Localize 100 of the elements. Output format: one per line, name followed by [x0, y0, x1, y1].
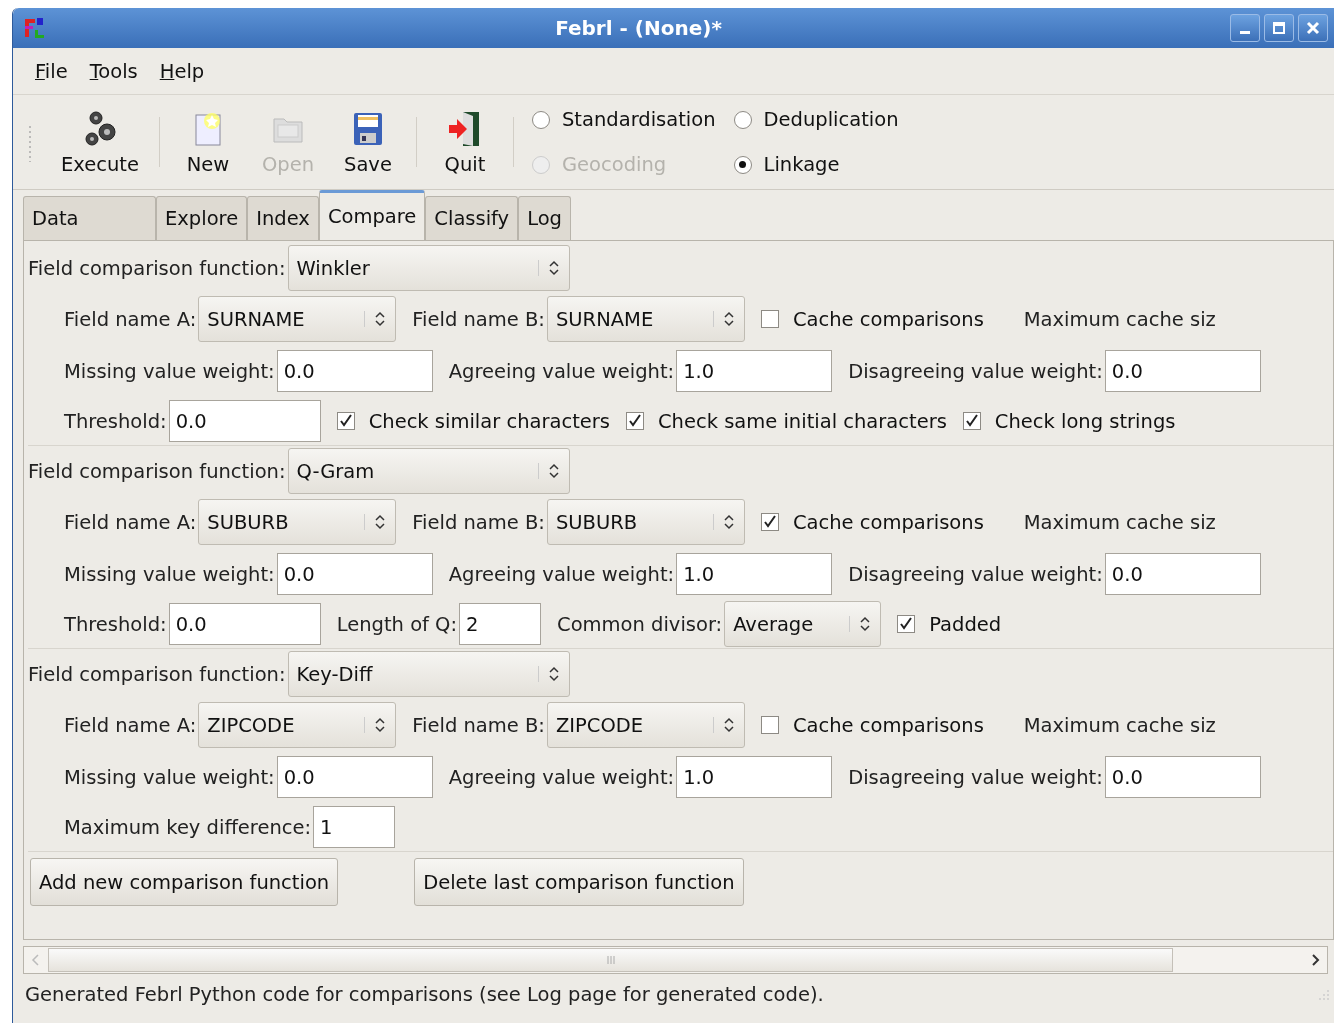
mode-radio[interactable]: Linkage: [733, 153, 899, 176]
option-input[interactable]: 0.0: [168, 400, 321, 442]
close-icon: [1305, 20, 1321, 36]
option-checkbox[interactable]: Padded: [897, 612, 1002, 636]
action-button[interactable]: Add new comparison function: [30, 858, 339, 906]
field-label: Missing value weight:: [64, 562, 275, 586]
tab[interactable]: Index: [247, 196, 319, 240]
option-input[interactable]: 2: [459, 603, 542, 645]
up-down-arrows-icon: [537, 463, 559, 479]
field-label: Agreeing value weight:: [448, 359, 675, 383]
field-label: Disagreeing value weight:: [848, 359, 1103, 383]
option-input[interactable]: 0.0: [168, 603, 321, 645]
field-label: Threshold:: [64, 409, 167, 433]
field-label: Field name A:: [64, 510, 197, 534]
checkmark-icon: [626, 413, 643, 429]
toolbar-button[interactable]: New: [168, 104, 248, 180]
field-label: Field name B:: [412, 307, 545, 331]
resize-grip-icon[interactable]: [1316, 987, 1330, 1001]
mode-radio[interactable]: Standardisation: [532, 108, 716, 131]
field-label: Common divisor:: [557, 612, 723, 636]
up-down-arrows-icon: [537, 260, 559, 276]
function-dropdown[interactable]: Winkler: [287, 245, 570, 291]
up-down-arrows-icon: [712, 514, 734, 530]
field-label: Threshold:: [64, 612, 167, 636]
maximize-button[interactable]: [1264, 14, 1294, 42]
up-down-arrows-icon: [364, 311, 386, 327]
tab[interactable]: Compare: [318, 190, 426, 240]
field-label: Maximum cache siz: [1023, 713, 1216, 737]
option-checkbox[interactable]: Check same initial characters: [625, 409, 947, 433]
field-label: Field name B:: [412, 713, 545, 737]
status-text: Generated Febrl Python code for comparisons (see Log page for generated code).: [25, 982, 824, 1006]
tab[interactable]: Data: [23, 196, 156, 240]
field-label: Field comparison function:: [28, 662, 286, 686]
window-title: Febrl - (None)*: [554, 16, 723, 40]
weight-input[interactable]: 0.0: [276, 350, 433, 392]
field-label: Disagreeing value weight:: [848, 562, 1103, 586]
menu-item[interactable]: File: [35, 59, 68, 83]
field-label: Field name B:: [412, 510, 545, 534]
weight-input[interactable]: 0.0: [276, 553, 433, 595]
field-dropdown[interactable]: ZIPCODE: [198, 702, 397, 748]
app-logo-icon: [23, 16, 47, 40]
field-label: Maximum key difference:: [64, 815, 312, 839]
field-dropdown[interactable]: SURNAME: [198, 296, 397, 342]
horizontal-scrollbar[interactable]: [23, 946, 1328, 974]
field-dropdown[interactable]: SUBURB: [546, 499, 745, 545]
toolbar-button[interactable]: Save: [328, 104, 408, 180]
field-dropdown[interactable]: SUBURB: [198, 499, 397, 545]
up-down-arrows-icon: [537, 666, 559, 682]
tab[interactable]: Explore: [156, 196, 248, 240]
tab[interactable]: Classify: [425, 196, 519, 240]
minimize-icon: [1240, 30, 1250, 34]
field-label: Missing value weight:: [64, 765, 275, 789]
up-down-arrows-icon: [849, 616, 871, 632]
maximize-icon: [1271, 20, 1287, 36]
cache-checkbox[interactable]: Cache comparisons: [760, 510, 984, 534]
field-label: Agreeing value weight:: [448, 562, 675, 586]
weight-input[interactable]: 0.0: [1104, 553, 1261, 595]
field-label: Disagreeing value weight:: [848, 765, 1103, 789]
up-down-arrows-icon: [364, 514, 386, 530]
up-down-arrows-icon: [364, 717, 386, 733]
tab[interactable]: Log: [518, 196, 571, 240]
field-label: Maximum cache siz: [1023, 510, 1216, 534]
field-label: Maximum cache siz: [1023, 307, 1216, 331]
option-checkbox[interactable]: Check similar characters: [336, 409, 610, 433]
field-label: Field comparison function:: [28, 256, 286, 280]
field-label: Field comparison function:: [28, 459, 286, 483]
toolbar-button[interactable]: Quit: [425, 104, 505, 180]
option-dropdown[interactable]: Average: [724, 601, 882, 647]
field-label: Field name A:: [64, 713, 197, 737]
weight-input[interactable]: 0.0: [276, 756, 433, 798]
mode-radio[interactable]: Deduplication: [733, 108, 899, 131]
field-dropdown[interactable]: SURNAME: [546, 296, 745, 342]
weight-input[interactable]: 1.0: [676, 756, 833, 798]
option-checkbox[interactable]: Check long strings: [962, 409, 1176, 433]
checkmark-icon: [337, 413, 354, 429]
toolbar-button[interactable]: Execute: [49, 104, 151, 180]
field-label: Length of Q:: [336, 612, 458, 636]
function-dropdown[interactable]: Key-Diff: [287, 651, 570, 697]
menu-item[interactable]: Help: [159, 59, 205, 83]
weight-input[interactable]: 0.0: [1104, 350, 1261, 392]
menu-item[interactable]: Tools: [89, 59, 138, 83]
cache-checkbox[interactable]: Cache comparisons: [760, 713, 984, 737]
field-dropdown[interactable]: ZIPCODE: [546, 702, 745, 748]
checkmark-icon: [761, 514, 778, 530]
cache-checkbox[interactable]: Cache comparisons: [760, 307, 984, 331]
option-input[interactable]: 1: [313, 806, 396, 848]
checkmark-icon: [898, 616, 915, 632]
function-dropdown[interactable]: Q-Gram: [287, 448, 570, 494]
weight-input[interactable]: 1.0: [676, 553, 833, 595]
scrollbar-thumb[interactable]: [48, 948, 1173, 972]
minimize-button[interactable]: [1230, 14, 1260, 42]
weight-input[interactable]: 0.0: [1104, 756, 1261, 798]
close-button[interactable]: [1298, 14, 1328, 42]
weight-input[interactable]: 1.0: [676, 350, 833, 392]
field-label: Agreeing value weight:: [448, 765, 675, 789]
field-label: Missing value weight:: [64, 359, 275, 383]
action-button[interactable]: Delete last comparison function: [414, 858, 744, 906]
checkmark-icon: [963, 413, 980, 429]
up-down-arrows-icon: [712, 717, 734, 733]
up-down-arrows-icon: [712, 311, 734, 327]
